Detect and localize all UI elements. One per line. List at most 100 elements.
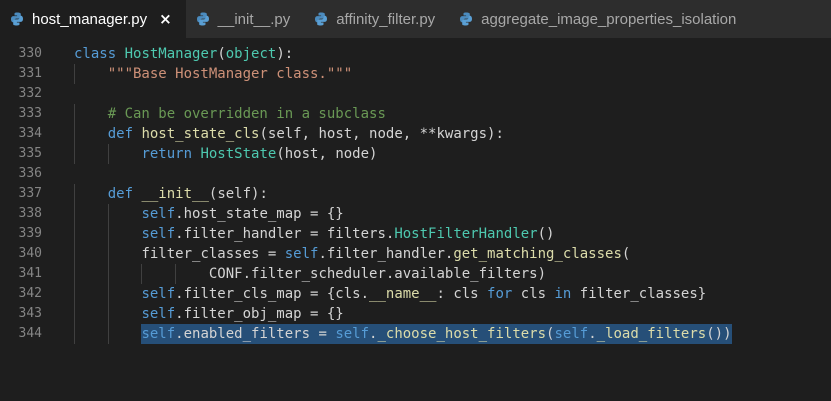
- code-token: self: [335, 326, 370, 342]
- code-line[interactable]: 333 # Can be overridden in a subclass: [0, 104, 831, 124]
- code-text: # Can be overridden in a subclass: [108, 104, 386, 124]
- code-token: ()): [706, 326, 732, 342]
- code-line[interactable]: 342 self.filter_cls_map = {cls.__name__: …: [0, 284, 831, 304]
- line-number: 332: [18, 86, 42, 101]
- code-token: def: [107, 126, 134, 142]
- code-token: .filter_handler = filters.: [175, 226, 395, 242]
- indent-guide: [107, 304, 109, 324]
- line-number: 336: [18, 166, 42, 181]
- line-number: 340: [18, 246, 42, 261]
- indent-guide: [74, 244, 75, 264]
- code-token: (: [621, 246, 631, 262]
- python-icon: [196, 12, 209, 26]
- code-token: (: [217, 46, 226, 62]
- indent-guide: [74, 224, 75, 244]
- code-token: : cls: [436, 286, 488, 302]
- indent-guide: [74, 284, 75, 304]
- indent-guide: [107, 144, 109, 164]
- close-icon[interactable]: ×: [159, 10, 172, 28]
- code-token: (self, host, node, **kwargs):: [259, 126, 504, 142]
- line-number: 335: [18, 146, 42, 161]
- line-number: 331: [18, 66, 42, 81]
- code-text: self.filter_cls_map = {cls.__name__: cls…: [141, 284, 706, 304]
- line-number: 339: [18, 226, 42, 241]
- code-token: .filter_handler.: [318, 246, 454, 262]
- indent-guide: [74, 144, 75, 164]
- code-token: __init__: [141, 186, 209, 202]
- code-line[interactable]: 334 def host_state_cls(self, host, node, …: [0, 124, 831, 144]
- code-token: _choose_host_filters: [377, 326, 547, 342]
- code-token: (self):: [208, 186, 268, 202]
- line-number: 334: [18, 126, 42, 141]
- line-number: 333: [18, 106, 42, 121]
- code-line[interactable]: 337 def __init__(self):: [0, 184, 831, 204]
- code-token: CONF.filter_scheduler.available_filters): [208, 266, 547, 282]
- code-token: host_state_cls: [141, 126, 260, 142]
- code-token: (): [537, 226, 555, 242]
- code-text: """Base HostManager class.""": [108, 64, 352, 84]
- code-line[interactable]: 338 self.host_state_map = {}: [0, 204, 831, 224]
- indent-guide: [107, 324, 109, 344]
- code-token: def: [107, 186, 134, 202]
- tab-bar: host_manager.py × __init__.py affinity_filt…: [0, 0, 831, 38]
- code-text: class HostManager(object):: [74, 44, 293, 64]
- code-line[interactable]: 339 self.filter_handler = filters.HostFil…: [0, 224, 831, 244]
- code-token: self: [141, 306, 176, 322]
- code-line[interactable]: 335 return HostState(host, node): [0, 144, 831, 164]
- code-text: def __init__(self):: [108, 184, 268, 204]
- tab-1[interactable]: __init__.py: [186, 0, 305, 38]
- code-line[interactable]: 330 class HostManager(object):: [0, 44, 831, 64]
- code-token: __name__: [369, 286, 437, 302]
- indent-guide: [107, 204, 109, 224]
- indent-guide: [107, 244, 109, 264]
- code-token: filter_classes =: [141, 246, 285, 262]
- indent-guide: [74, 124, 75, 144]
- tab-label: affinity_filter.py: [336, 10, 436, 28]
- code-line[interactable]: 343 self.filter_obj_map = {}: [0, 304, 831, 324]
- code-line[interactable]: 331 """Base HostManager class.""": [0, 64, 831, 84]
- indent-guide: [107, 224, 109, 244]
- code-token: for: [487, 286, 513, 302]
- code-token: self: [141, 326, 176, 342]
- indent-guide: [74, 324, 75, 344]
- code-text: filter_classes = self.filter_handler.get…: [141, 244, 630, 264]
- code-text: def host_state_cls(self, host, node, **k…: [108, 124, 504, 144]
- code-token: .host_state_map = {}: [175, 206, 344, 222]
- line-number: 344: [18, 326, 42, 341]
- code-line[interactable]: 336: [0, 164, 831, 184]
- indent-guide: [74, 64, 75, 84]
- indent-guide: [74, 264, 75, 284]
- code-line[interactable]: 341 CONF.filter_scheduler.available_filte…: [0, 264, 831, 284]
- code-token: self: [554, 326, 589, 342]
- code-token: """Base HostManager class.""": [107, 66, 353, 82]
- tab-label: aggregate_image_properties_isolation: [481, 10, 737, 28]
- tab-0[interactable]: host_manager.py ×: [0, 0, 186, 38]
- code-token: (host, node): [276, 146, 378, 162]
- code-token: self: [141, 226, 176, 242]
- code-text: return HostState(host, node): [141, 144, 377, 164]
- code-token: HostFilterHandler: [394, 226, 538, 242]
- code-token: return: [141, 146, 193, 162]
- code-token: # Can be overridden in a subclass: [107, 106, 386, 122]
- code-token: self: [141, 206, 176, 222]
- code-token: filter_classes}: [571, 286, 707, 302]
- indent-guide: [74, 104, 75, 124]
- selected-code: self.enabled_filters = self._choose_host…: [141, 324, 732, 344]
- code-text: self.filter_obj_map = {}: [141, 304, 343, 324]
- code-token: class: [74, 46, 117, 62]
- code-token: .: [588, 326, 597, 342]
- code-line[interactable]: 332: [0, 84, 831, 104]
- line-number: 337: [18, 186, 42, 201]
- code-editor[interactable]: 330 class HostManager(object): 331 """Base …: [0, 38, 831, 401]
- code-line[interactable]: 344 self.enabled_filters = self._choose_h…: [0, 324, 831, 344]
- code-token: cls: [512, 286, 555, 302]
- indent-guide: [74, 184, 75, 204]
- python-icon: [315, 12, 328, 26]
- tab-3[interactable]: aggregate_image_properties_isolation: [449, 0, 750, 38]
- line-number: 342: [18, 286, 42, 301]
- code-line[interactable]: 340 filter_classes = self.filter_handler.…: [0, 244, 831, 264]
- code-token: self: [284, 246, 319, 262]
- tab-label: host_manager.py: [32, 10, 148, 28]
- tab-2[interactable]: affinity_filter.py: [304, 0, 449, 38]
